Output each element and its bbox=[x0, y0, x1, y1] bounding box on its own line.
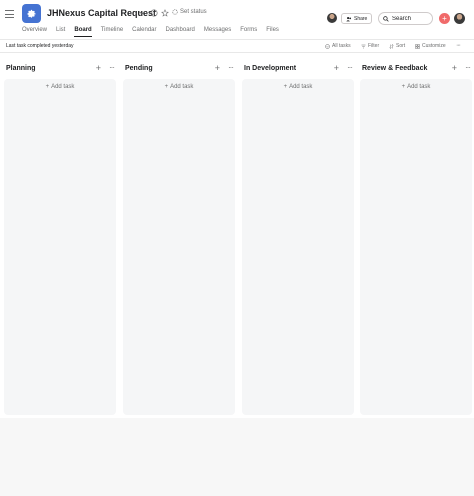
hamburger-icon[interactable] bbox=[5, 10, 14, 18]
member-avatar[interactable] bbox=[327, 13, 337, 23]
info-icon[interactable] bbox=[150, 9, 158, 17]
add-task-label: Add task bbox=[51, 84, 75, 90]
plus-icon: + bbox=[283, 84, 288, 90]
sort-button[interactable]: Sort bbox=[389, 43, 405, 49]
column-body: + Add task bbox=[242, 79, 354, 415]
column-title[interactable]: Planning bbox=[6, 65, 36, 72]
add-task-button[interactable]: + Add task bbox=[123, 84, 235, 90]
tab-messages[interactable]: Messages bbox=[204, 27, 231, 37]
filter-button[interactable]: Filter bbox=[361, 43, 379, 49]
plus-icon: + bbox=[164, 84, 169, 90]
more-icon[interactable]: ··· bbox=[456, 42, 461, 49]
gear-icon bbox=[27, 9, 36, 18]
user-avatar[interactable] bbox=[454, 13, 465, 24]
last-completed-text: Last task completed yesterday bbox=[6, 43, 74, 49]
status-icon bbox=[172, 9, 178, 15]
column-header: Review & Feedback + ··· bbox=[360, 61, 472, 77]
more-icon[interactable]: ··· bbox=[228, 63, 234, 72]
create-button[interactable]: + bbox=[439, 13, 450, 24]
column-body: + Add task bbox=[360, 79, 472, 415]
more-icon[interactable]: ··· bbox=[109, 63, 115, 72]
sort-label: Sort bbox=[396, 43, 406, 49]
customize-button[interactable]: Customize bbox=[415, 43, 446, 49]
all-tasks-label: All tasks bbox=[332, 43, 351, 49]
plus-icon[interactable]: + bbox=[452, 63, 457, 73]
plus-icon: + bbox=[401, 84, 406, 90]
set-status-button[interactable]: Set status bbox=[172, 9, 207, 15]
star-icon[interactable] bbox=[161, 9, 169, 17]
customize-icon bbox=[415, 43, 420, 49]
column-title[interactable]: In Development bbox=[244, 65, 296, 72]
board-toolbar: Last task completed yesterday All tasks … bbox=[0, 39, 474, 53]
tab-calendar[interactable]: Calendar bbox=[132, 27, 156, 37]
search-field[interactable] bbox=[378, 12, 433, 25]
set-status-label: Set status bbox=[180, 9, 207, 15]
project-tabs: Overview List Board Timeline Calendar Da… bbox=[22, 27, 279, 37]
more-icon[interactable]: ··· bbox=[347, 63, 353, 72]
filter-icon bbox=[361, 44, 366, 48]
board-column: Pending + ··· + Add task bbox=[123, 61, 235, 415]
column-body: + Add task bbox=[123, 79, 235, 415]
tab-files[interactable]: Files bbox=[266, 27, 279, 37]
filter-label: Filter bbox=[368, 43, 380, 49]
tab-overview[interactable]: Overview bbox=[22, 27, 47, 37]
plus-icon: + bbox=[442, 14, 447, 23]
tab-list[interactable]: List bbox=[56, 27, 65, 37]
project-header: JHNexus Capital Request Set status Share… bbox=[0, 0, 474, 40]
more-icon[interactable]: ··· bbox=[465, 63, 471, 72]
plus-icon[interactable]: + bbox=[215, 63, 220, 73]
tab-timeline[interactable]: Timeline bbox=[101, 27, 123, 37]
plus-icon[interactable]: + bbox=[96, 63, 101, 73]
board-column: Planning + ··· + Add task bbox=[4, 61, 116, 415]
board-column: Review & Feedback + ··· + Add task bbox=[360, 61, 472, 415]
add-task-label: Add task bbox=[407, 84, 431, 90]
sort-icon bbox=[389, 43, 394, 49]
board-empty-area bbox=[0, 418, 474, 496]
column-header: Pending + ··· bbox=[123, 61, 235, 77]
share-icon bbox=[346, 16, 352, 21]
all-tasks-button[interactable]: All tasks bbox=[325, 43, 351, 49]
check-circle-icon bbox=[325, 43, 330, 49]
tab-forms[interactable]: Forms bbox=[240, 27, 257, 37]
plus-icon[interactable]: + bbox=[334, 63, 339, 73]
search-input[interactable] bbox=[392, 15, 428, 22]
column-body: + Add task bbox=[4, 79, 116, 415]
project-app-icon[interactable] bbox=[22, 4, 41, 23]
column-header: Planning + ··· bbox=[4, 61, 116, 77]
tab-board[interactable]: Board bbox=[74, 27, 92, 37]
add-task-label: Add task bbox=[289, 84, 313, 90]
add-task-button[interactable]: + Add task bbox=[242, 84, 354, 90]
chevron-down-icon[interactable] bbox=[138, 9, 146, 17]
add-task-button[interactable]: + Add task bbox=[4, 84, 116, 90]
board-column: In Development + ··· + Add task bbox=[242, 61, 354, 415]
column-header: In Development + ··· bbox=[242, 61, 354, 77]
column-title[interactable]: Review & Feedback bbox=[362, 65, 427, 72]
add-task-button[interactable]: + Add task bbox=[360, 84, 472, 90]
add-task-label: Add task bbox=[170, 84, 194, 90]
share-button[interactable]: Share bbox=[341, 13, 373, 24]
column-title[interactable]: Pending bbox=[125, 65, 153, 72]
plus-icon: + bbox=[45, 84, 50, 90]
search-icon bbox=[383, 15, 389, 22]
customize-label: Customize bbox=[422, 43, 446, 49]
share-label: Share bbox=[354, 15, 368, 22]
tab-dashboard[interactable]: Dashboard bbox=[166, 27, 195, 37]
